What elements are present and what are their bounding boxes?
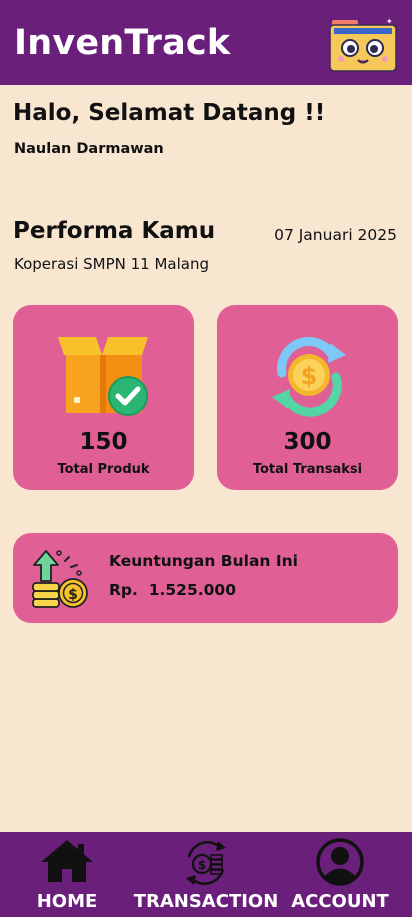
account-icon bbox=[316, 838, 364, 886]
greeting-title: Halo, Selamat Datang !! bbox=[13, 100, 326, 126]
total-transactions-card[interactable]: $ 300 Total Transaksi bbox=[217, 305, 398, 490]
total-transactions-value: 300 bbox=[283, 429, 332, 455]
store-name: Koperasi SMPN 11 Malang bbox=[14, 255, 209, 273]
transaction-icon: $ bbox=[186, 841, 226, 885]
box-check-icon bbox=[57, 337, 148, 416]
svg-text:$: $ bbox=[300, 362, 317, 390]
svg-text:✦: ✦ bbox=[386, 17, 393, 26]
performance-title: Performa Kamu bbox=[13, 218, 216, 244]
coin-exchange-icon: $ bbox=[271, 337, 346, 417]
nav-account-label: ACCOUNT bbox=[291, 891, 389, 912]
home-icon bbox=[41, 840, 93, 882]
nav-transaction-label: TRANSACTION bbox=[133, 891, 279, 912]
user-name: Naulan Darmawan bbox=[14, 141, 164, 157]
nav-home-label: HOME bbox=[36, 891, 98, 912]
app-screen: InvenTrack ✦ Halo, Selamat Datang !! Nau… bbox=[0, 0, 412, 917]
folder-with-face-icon: ✦ bbox=[329, 17, 397, 72]
svg-text:$: $ bbox=[198, 858, 206, 872]
bottom-navigation: HOME $ TRANSACTION ACCOUNT bbox=[0, 832, 412, 917]
app-header: InvenTrack ✦ bbox=[0, 0, 412, 85]
nav-account[interactable]: ACCOUNT bbox=[284, 832, 396, 917]
monthly-profit-value: Rp. 1.525.000 bbox=[109, 581, 236, 599]
nav-transaction[interactable]: $ TRANSACTION bbox=[128, 832, 284, 917]
total-products-label: Total Produk bbox=[57, 462, 150, 477]
total-products-card[interactable]: 150 Total Produk bbox=[13, 305, 194, 490]
total-transactions-label: Total Transaksi bbox=[252, 462, 363, 477]
performance-date: 07 Januari 2025 bbox=[274, 226, 397, 244]
monthly-profit-card[interactable]: $ Keuntungan Bulan Ini Rp. 1.525.000 bbox=[13, 533, 398, 623]
monthly-profit-label: Keuntungan Bulan Ini bbox=[109, 552, 298, 570]
svg-text:$: $ bbox=[68, 587, 78, 603]
total-products-value: 150 bbox=[79, 429, 128, 455]
coins-growth-icon: $ bbox=[32, 550, 88, 608]
app-title: InvenTrack bbox=[14, 22, 231, 63]
nav-home[interactable]: HOME bbox=[22, 832, 112, 917]
